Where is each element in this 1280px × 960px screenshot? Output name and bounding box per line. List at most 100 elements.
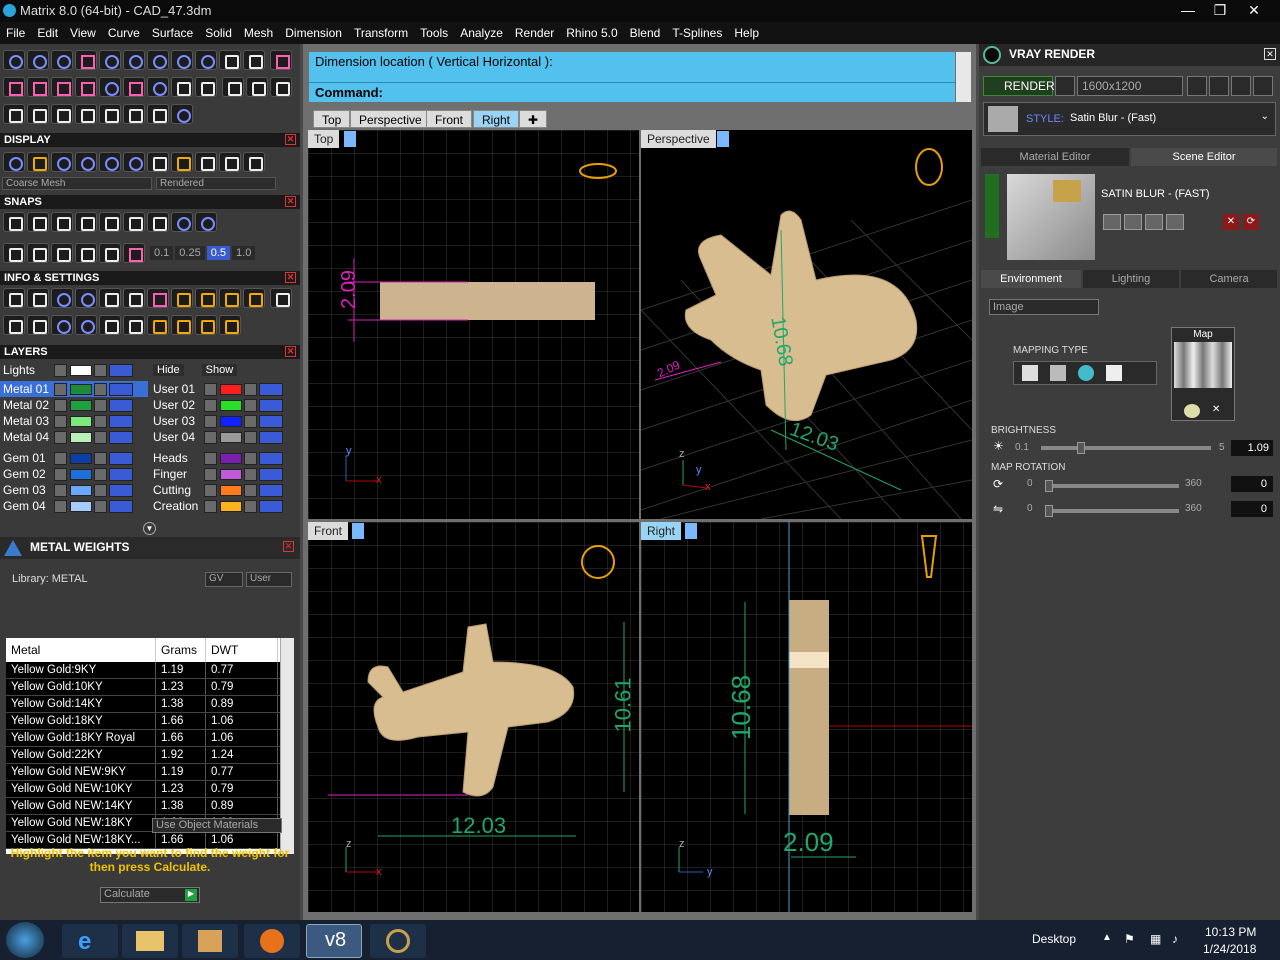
tray-chevron-icon[interactable]: ▲ (1102, 932, 1112, 943)
box-icon[interactable] (75, 288, 97, 308)
layer-color[interactable] (70, 500, 92, 512)
lock-icon[interactable] (244, 499, 257, 513)
show-button[interactable]: Show (201, 364, 238, 376)
artistic-icon[interactable] (99, 152, 121, 172)
menu-curve[interactable]: Curve (102, 26, 146, 40)
visible-icon[interactable] (259, 499, 283, 513)
layer-color[interactable] (220, 415, 242, 427)
expand-icon[interactable] (54, 382, 67, 396)
table-scrollbar[interactable] (280, 638, 294, 854)
snap-yellow-icon[interactable] (195, 315, 217, 335)
style-selector[interactable]: STYLE: Satin Blur - (Fast) ⌄ (983, 102, 1276, 136)
save-as-icon[interactable] (1124, 214, 1142, 230)
shaded-icon[interactable] (51, 152, 73, 172)
snap-end-icon[interactable] (3, 212, 25, 232)
lock-icon[interactable] (244, 414, 257, 428)
layer-row[interactable]: Gem 02 (0, 466, 148, 482)
rotate-tool-icon[interactable] (246, 77, 269, 97)
planar-icon[interactable] (51, 243, 73, 263)
tab-environment[interactable]: Environment (981, 270, 1081, 288)
pave-tool-icon[interactable] (219, 50, 241, 70)
layer-color[interactable] (70, 415, 92, 427)
ortho-icon[interactable] (27, 243, 49, 263)
scatter-icon[interactable] (99, 315, 121, 335)
orbit-tool-icon[interactable] (171, 104, 193, 124)
planar-map-icon[interactable] (1022, 365, 1038, 381)
viewport-perspective[interactable]: Perspective 2.09 10.68 12.03 z y x (641, 130, 972, 519)
pen-icon[interactable] (123, 152, 145, 172)
table-row[interactable]: Yellow Gold NEW:10KY 1.23 0.79 (6, 781, 294, 798)
expand-icon[interactable] (54, 363, 67, 377)
circle-tool-icon[interactable] (3, 50, 25, 70)
snap-value-1[interactable]: 0.1 (150, 246, 174, 260)
shank-tool-icon[interactable] (171, 50, 193, 70)
flow-tool-icon[interactable] (147, 77, 169, 97)
pattern-tool-icon[interactable] (123, 77, 145, 97)
import-icon[interactable] (1166, 214, 1184, 230)
lock-icon[interactable] (244, 483, 257, 497)
menu-file[interactable]: File (0, 26, 31, 40)
head-tool-icon[interactable] (147, 50, 169, 70)
table-row[interactable]: Yellow Gold:9KY 1.19 0.77 (6, 662, 294, 679)
viewport-dropdown-icon[interactable] (344, 131, 356, 147)
expand-icon[interactable] (54, 430, 67, 444)
visible-icon[interactable] (109, 467, 133, 481)
layer-row[interactable]: User 03 (150, 413, 298, 429)
viewport-right[interactable]: Right 10.68 2.09 z y (641, 522, 972, 912)
tab-top[interactable]: Top (313, 110, 351, 128)
rendered-icon[interactable] (75, 152, 97, 172)
snap-near-icon[interactable] (27, 212, 49, 232)
volume-icon[interactable]: ♪ (1172, 932, 1178, 946)
point-tool-icon[interactable] (270, 50, 293, 70)
close-icon[interactable]: ✕ (285, 134, 296, 145)
command-scrollbar[interactable] (956, 52, 971, 102)
menu-blend[interactable]: Blend (624, 26, 667, 40)
ring-app-task-icon[interactable] (370, 924, 426, 958)
table-row[interactable]: Yellow Gold:10KY 1.23 0.79 (6, 679, 294, 696)
layer-color[interactable] (70, 399, 92, 411)
lock-icon[interactable] (244, 451, 257, 465)
gauge-tool-icon[interactable] (171, 77, 193, 97)
snap-point-icon[interactable] (51, 212, 73, 232)
visible-icon[interactable] (109, 363, 133, 377)
visible-icon[interactable] (259, 414, 283, 428)
close-icon[interactable]: ✕ (1264, 48, 1276, 60)
arc-tool-icon[interactable] (27, 50, 49, 70)
close-icon[interactable]: ✕ (285, 272, 296, 283)
gv-toggle[interactable]: GV (205, 572, 243, 587)
media-task-icon[interactable] (182, 924, 238, 958)
tab-camera[interactable]: Camera (1181, 270, 1277, 288)
tab-front[interactable]: Front (426, 110, 473, 128)
frame-buffer-icon[interactable] (1253, 76, 1273, 96)
close-icon[interactable]: ✕ (283, 541, 294, 552)
layer-color[interactable] (220, 431, 242, 443)
visible-icon[interactable] (259, 382, 283, 396)
camera-icon[interactable] (1055, 76, 1075, 96)
mirror-tool-icon[interactable] (99, 104, 121, 124)
table-row[interactable]: Yellow Gold:14KY 1.38 0.89 (6, 696, 294, 713)
layer-row[interactable]: Creation (150, 498, 298, 514)
hide-button[interactable]: Hide (153, 364, 184, 376)
tab-scene-editor[interactable]: Scene Editor (1131, 148, 1277, 166)
menu-help[interactable]: Help (728, 26, 765, 40)
lock-icon[interactable] (244, 398, 257, 412)
viewport-label-top[interactable]: Top (308, 130, 340, 148)
rotation-value-1[interactable]: 0 (1231, 476, 1273, 492)
array-tool-icon[interactable] (222, 77, 245, 97)
scale-tool-icon[interactable] (75, 104, 97, 124)
table-row[interactable]: Yellow Gold:18KY 1.66 1.06 (6, 713, 294, 730)
visible-icon[interactable] (259, 398, 283, 412)
layer-row[interactable]: User 02 (150, 397, 298, 413)
layer-row[interactable]: Metal 02 (0, 397, 148, 413)
viewport-dropdown-icon[interactable] (685, 523, 697, 539)
osnap-icon[interactable] (75, 243, 97, 263)
visible-icon[interactable] (259, 430, 283, 444)
map-pick-icon[interactable] (1184, 404, 1200, 418)
layer-color[interactable] (220, 484, 242, 496)
snap-int-icon[interactable] (123, 212, 145, 232)
save-icon[interactable] (1103, 214, 1121, 230)
gem-tool-icon[interactable] (123, 50, 145, 70)
grid-icon[interactable] (270, 288, 293, 308)
visible-icon[interactable] (109, 483, 133, 497)
snap-value-3[interactable]: 0.5 (206, 246, 231, 260)
